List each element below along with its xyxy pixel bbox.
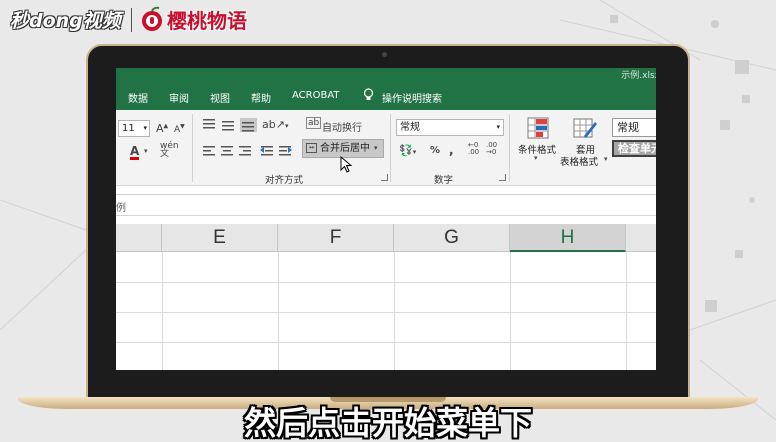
group-divider [192,114,193,182]
column-header-f[interactable]: F [278,224,394,252]
font-color-icon[interactable]: A [130,145,140,160]
lightbulb-icon[interactable] [363,88,374,102]
webcam [382,52,387,57]
percent-style-icon[interactable]: % [430,145,440,156]
alignment-group-label: 对齐方式 [265,175,304,186]
excel-window: 示例.xlsx 数据 审阅 视图 帮助 ACROBAT 操作说明搜索 11 ▾ … [116,68,656,370]
gridline [162,252,163,370]
align-top-middle-bottom-icons[interactable] [202,118,262,132]
number-group-label: 数字 [434,175,454,186]
chevron-down-icon: ▾ [496,123,500,131]
merge-dropdown-chevron-icon[interactable]: ▾ [374,144,378,152]
tell-me-search[interactable]: 操作说明搜索 [382,90,442,105]
column-header-g[interactable]: G [394,224,510,252]
accounting-format-icon[interactable]: 💱▾ [399,144,416,157]
font-size-value: 11 [122,123,135,134]
group-divider [509,114,510,182]
logo-divider [131,8,132,32]
alignment-dialog-launcher[interactable] [381,174,388,181]
cell-style-check-label: 检查单元 [618,142,656,155]
column-header-partial[interactable] [626,224,656,252]
group-divider [390,114,391,182]
cherry-icon [142,6,162,31]
gridline [626,252,627,370]
column-header-e[interactable]: E [162,224,278,252]
number-format-dropdown[interactable]: 常规 ▾ [396,119,504,136]
tab-view[interactable]: 视图 [210,90,230,105]
format-as-table-icon [573,118,597,138]
tab-review[interactable]: 审阅 [169,90,189,105]
number-dialog-launcher[interactable] [499,174,506,181]
chevron-down-icon: ▾ [604,155,608,163]
cell-style-normal[interactable]: 常规 [612,118,656,137]
gridline [116,342,656,343]
column-header-partial[interactable] [116,224,162,252]
worksheet-grid[interactable]: E F G H [116,224,656,370]
video-subtitle: 然后点击开始菜单下 [243,404,532,442]
wrap-text-icon: ab [306,117,322,129]
chevron-down-icon: ▾ [534,154,538,162]
gridline [278,252,279,370]
file-name: 示例.xlsx [621,71,656,81]
yingtao-wuyu-text: 樱桃物语 [167,8,247,33]
miaodong-video-logo: 秒dong视频 [10,10,121,32]
decrease-decimal-icon[interactable]: .00 →0 [486,142,497,156]
cell-style-normal-label: 常规 [617,121,639,134]
phonetic-guide-icon[interactable]: wén 文 [160,142,179,159]
gridline [116,282,656,283]
gridline [116,312,656,313]
yingtao-wuyu-logo: 樱桃物语 [139,5,247,33]
mouse-cursor-icon [340,156,353,173]
conditional-formatting-icon [527,117,549,139]
tab-data[interactable]: 数据 [128,90,148,105]
merge-icon: ↔ [306,143,317,153]
ribbon-tab-bar: 示例.xlsx 数据 审阅 视图 帮助 ACROBAT 操作说明搜索 [116,68,656,110]
column-header-h[interactable]: H [510,224,626,252]
chevron-down-icon: ▾ [143,124,147,132]
font-size-box[interactable]: 11 ▾ [118,120,150,137]
comma-style-icon[interactable]: , [449,143,454,157]
tab-acrobat[interactable]: ACROBAT [292,90,340,101]
increase-decimal-icon[interactable]: ←0.00 [468,142,479,156]
orientation-icon[interactable]: ab↗▾ [262,118,288,131]
format-as-table-line2[interactable]: 表格格式 [560,154,598,168]
number-format-value: 常规 [400,122,420,133]
formula-text: 例 [116,203,126,214]
gridline [510,252,511,370]
gridline [394,252,395,370]
merge-center-label: 合并后居中 [320,143,370,154]
ribbon-home: 11 ▾ A▲ A▼ A ▾ wén 文 ab↗▾ ab 自动换行 ↔ 合并后居… [116,110,656,186]
formula-bar[interactable]: 例 [116,194,656,216]
chevron-down-icon[interactable]: ▾ [144,147,148,155]
align-left-center-right-indent-icons[interactable] [202,144,294,158]
decrease-font-icon[interactable]: A▼ [174,123,185,135]
increase-font-icon[interactable]: A▲ [156,122,168,135]
tab-help[interactable]: 帮助 [251,90,271,105]
wrap-text-button[interactable]: 自动换行 [322,119,362,134]
cell-style-check[interactable]: 检查单元 [612,140,656,157]
